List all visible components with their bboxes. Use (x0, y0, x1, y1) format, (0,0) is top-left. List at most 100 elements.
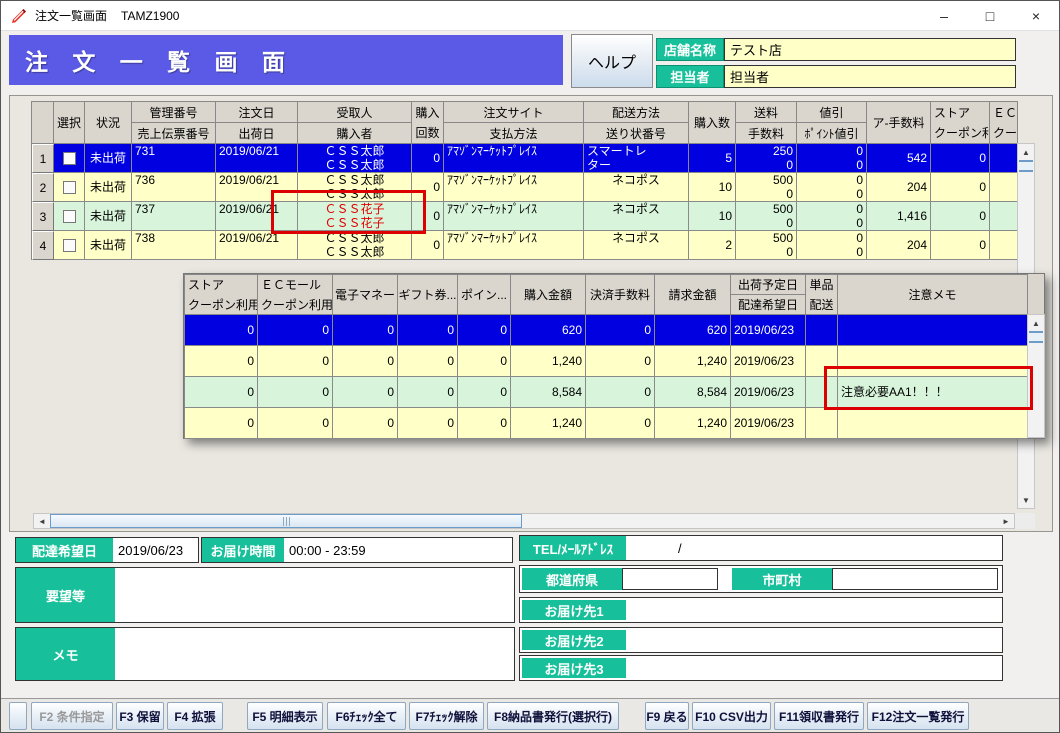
cell-line: 0 (797, 144, 866, 158)
delivery-date-value[interactable]: 2019/06/23 (113, 538, 198, 562)
cell-point: 0 (458, 377, 511, 408)
cell-line (990, 151, 1017, 165)
annotation-recipient-highlight (271, 190, 426, 234)
fn-button-f10[interactable]: F10 CSV出力 (692, 702, 771, 730)
cell-line: 0 (398, 354, 457, 368)
col-header-discount: 値引ﾎﾟｲﾝﾄ値引 (797, 102, 867, 144)
cell-line (806, 323, 837, 337)
detail-popup: ストアクーポン利用ＥＣモールクーポン利用電子マネーギフト券...ポイン...購入… (183, 273, 1045, 439)
cell-site: ｱﾏｿﾞﾝﾏｰｹｯﾄﾌﾟﾚｲｽ (444, 231, 584, 260)
col-header-mgmt: 管理番号売上伝票番号 (132, 102, 216, 144)
fn-button-f9[interactable]: F9 戻る (645, 702, 689, 730)
title-bar: 注文一覧画面 TAMZ1900 – □ × (1, 1, 1059, 31)
fn-button-f3[interactable]: F3 保留 (116, 702, 164, 730)
fn-button-f7ﾁｪｯｸ解除[interactable]: F7ﾁｪｯｸ解除 (409, 702, 484, 730)
col-header-line: 受取人 (298, 102, 411, 123)
minimize-button[interactable]: – (921, 1, 967, 31)
scroll-down-icon[interactable]: ▼ (1018, 492, 1034, 508)
cell-line: 542 (867, 151, 930, 165)
fn-button-f2[interactable]: F2 条件指定 (31, 702, 113, 730)
cell-postage: 5000 (736, 231, 797, 260)
cell-line (990, 180, 1017, 194)
col-header-line: 配送 (806, 295, 837, 315)
table-row[interactable]: 0000062006202019/06/23 (185, 315, 1028, 346)
cell-ec (990, 202, 1018, 231)
scroll-left-icon[interactable]: ◄ (34, 514, 50, 528)
staff-value[interactable]: 担当者 (724, 65, 1016, 88)
fn-button-blank[interactable] (9, 702, 27, 730)
horizontal-scroll-thumb[interactable] (50, 514, 522, 528)
horizontal-scroll-track[interactable] (522, 514, 998, 528)
cell-line (990, 238, 1017, 252)
cell-single (806, 408, 838, 439)
cell-line: 2019/06/21 (216, 173, 297, 187)
fn-button-f11領収書発行[interactable]: F11領収書発行 (774, 702, 864, 730)
address1-value[interactable] (626, 600, 1000, 620)
cell-line: 0 (258, 416, 332, 430)
grid-header-row: ストアクーポン利用ＥＣモールクーポン利用電子マネーギフト券...ポイン...購入… (185, 275, 1028, 315)
fn-button-f4[interactable]: F4 拡張 (167, 702, 223, 730)
cell-line: 0 (398, 323, 457, 337)
scroll-up-icon[interactable]: ▲ (1028, 315, 1044, 331)
cell-point: 0 (458, 408, 511, 439)
col-header-line: クーポン利用 (258, 295, 332, 315)
order-grid-horizontal-scrollbar[interactable]: ◄ ► (33, 513, 1015, 529)
row-checkbox[interactable] (63, 239, 76, 252)
col-header-memo: 注意メモ (838, 275, 1028, 315)
col-header-line: 支払方法 (444, 123, 583, 143)
prefecture-value[interactable] (622, 568, 718, 590)
row-checkbox[interactable] (63, 181, 76, 194)
vertical-scroll-thumb[interactable] (1019, 160, 1033, 172)
col-header-line: ﾎﾟｲﾝﾄ値引 (797, 123, 866, 143)
cell-line: 0 (258, 323, 332, 337)
maximize-button[interactable]: □ (967, 1, 1013, 31)
cell-line: 0 (333, 354, 397, 368)
request-value[interactable] (115, 568, 514, 622)
cell-line: 2019/06/23 (731, 323, 805, 337)
select-cell (54, 173, 85, 202)
address2-value[interactable] (626, 630, 1000, 650)
cell-line: 0 (736, 187, 796, 201)
cell-line: 0 (931, 180, 989, 194)
cell-delivery: ネコポス (584, 173, 689, 202)
cell-store_coupon: 0 (931, 231, 990, 260)
fn-button-f12注文一覧発行[interactable]: F12注文一覧発行 (867, 702, 969, 730)
table-row[interactable]: 000001,24001,2402019/06/23 (185, 408, 1028, 439)
cell-fee: 542 (867, 144, 931, 173)
table-row[interactable]: 2未出荷7362019/06/21ＣＳＳ太郎ＣＳＳ太郎0ｱﾏｿﾞﾝﾏｰｹｯﾄﾌﾟ… (32, 173, 1018, 202)
memo-value[interactable] (115, 628, 514, 680)
request-group: 要望等 (15, 567, 515, 623)
cell-store_coupon: 0 (185, 346, 258, 377)
row-checkbox[interactable] (63, 152, 76, 165)
help-button[interactable]: ヘルプ (571, 34, 653, 88)
window-app-code: TAMZ1900 (121, 9, 179, 23)
cell-billing_amount: 620 (655, 315, 731, 346)
table-row[interactable]: 4未出荷7382019/06/21ＣＳＳ太郎ＣＳＳ太郎0ｱﾏｿﾞﾝﾏｰｹｯﾄﾌﾟ… (32, 231, 1018, 260)
close-button[interactable]: × (1013, 1, 1059, 31)
fn-button-f8納品書発行(選択行)[interactable]: F8納品書発行(選択行) (487, 702, 619, 730)
cell-line: 未出荷 (85, 238, 131, 252)
fn-button-f5[interactable]: F5 明細表示 (247, 702, 323, 730)
cell-line: 0 (398, 385, 457, 399)
cell-gift: 0 (398, 315, 458, 346)
cell-line: 8,584 (511, 385, 585, 399)
fn-button-f6ﾁｪｯｸ全て[interactable]: F6ﾁｪｯｸ全て (327, 702, 406, 730)
scroll-up-icon[interactable]: ▲ (1018, 144, 1034, 160)
col-header-line: 送り状番号 (584, 123, 688, 143)
row-checkbox[interactable] (63, 210, 76, 223)
delivery-time-value[interactable]: 00:00 - 23:59 (284, 538, 512, 562)
scroll-right-icon[interactable]: ► (998, 514, 1014, 528)
store-name-value[interactable]: テスト店 (724, 38, 1016, 61)
city-value[interactable] (832, 568, 998, 590)
cell-purchase_amount: 1,240 (511, 408, 586, 439)
table-row[interactable]: 1未出荷7312019/06/21ＣＳＳ太郎ＣＳＳ太郎0ｱﾏｿﾞﾝﾏｰｹｯﾄﾌﾟ… (32, 144, 1018, 173)
vertical-scroll-thumb[interactable] (1029, 331, 1043, 343)
cell-ec_coupon: 0 (258, 346, 333, 377)
address3-value[interactable] (626, 658, 1000, 678)
cell-emoney: 0 (333, 346, 398, 377)
staff-label: 担当者 (656, 65, 724, 88)
table-row[interactable]: 3未出荷7372019/06/21ＣＳＳ花子ＣＳＳ花子0ｱﾏｿﾞﾝﾏｰｹｯﾄﾌﾟ… (32, 202, 1018, 231)
cell-delivery: スマートレター (584, 144, 689, 173)
cell-delivery: ネコポス (584, 202, 689, 231)
tel-mail-value[interactable]: / (626, 536, 1002, 560)
